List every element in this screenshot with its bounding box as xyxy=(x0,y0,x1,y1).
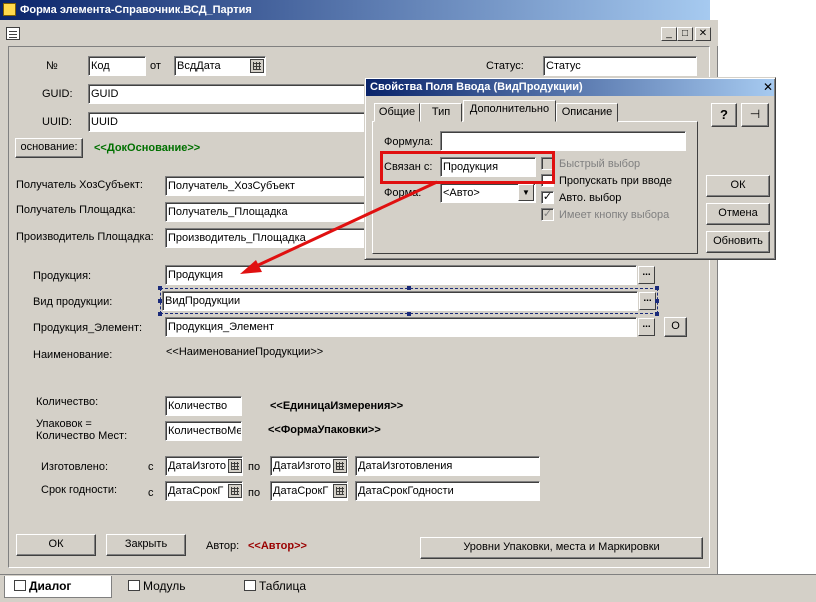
tab-table[interactable]: Таблица xyxy=(244,577,306,597)
dialog-icon xyxy=(14,580,26,591)
annotation-arrow xyxy=(240,180,438,274)
editor-tab-bar xyxy=(0,574,816,602)
table-icon xyxy=(244,580,256,591)
module-icon xyxy=(128,580,140,591)
tab-module[interactable]: Модуль xyxy=(128,577,186,597)
tab-dialog[interactable]: Диалог xyxy=(14,577,71,597)
tab-additional[interactable]: Дополнительно xyxy=(463,100,556,122)
